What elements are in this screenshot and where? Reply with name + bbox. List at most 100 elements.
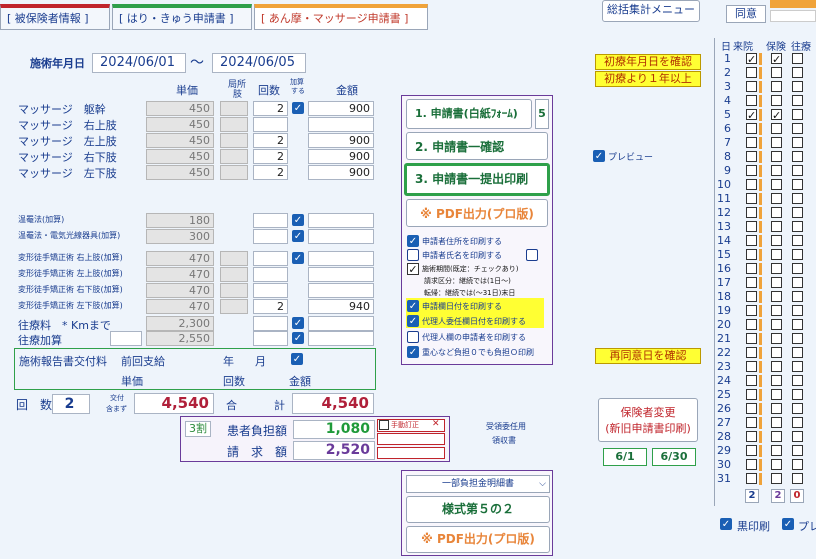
insured-checkbox[interactable] [771, 123, 782, 134]
visit-fee-checkbox[interactable] [792, 347, 803, 358]
visit-fee-checkbox[interactable] [792, 389, 803, 400]
insured-checkbox[interactable] [771, 375, 782, 386]
summary-menu-button[interactable]: 総括集計メニュー [602, 0, 700, 22]
top-right-field[interactable] [770, 10, 816, 22]
insured-checkbox[interactable] [771, 95, 782, 106]
delegate-receipt-line2[interactable]: 領収書 [492, 435, 516, 446]
visit-fee-checkbox[interactable] [792, 67, 803, 78]
manual-patient-field[interactable] [377, 433, 445, 445]
visit-fee-checkbox[interactable] [792, 53, 803, 64]
visit-checkbox[interactable] [746, 291, 757, 302]
count-field[interactable] [253, 229, 288, 244]
visit-fee-checkbox[interactable] [792, 375, 803, 386]
visit-checkbox[interactable] [746, 109, 757, 120]
visit-checkbox[interactable] [746, 67, 757, 78]
period-from-input[interactable]: 2024/06/01 [92, 53, 186, 73]
insured-checkbox[interactable] [771, 235, 782, 246]
visit-checkbox[interactable] [746, 459, 757, 470]
preview-checkbox[interactable] [593, 150, 605, 162]
insured-checkbox[interactable] [771, 459, 782, 470]
visit-checkbox[interactable] [746, 207, 757, 218]
visit-checkbox[interactable] [746, 193, 757, 204]
date-button-start[interactable]: 6/1 [603, 448, 647, 466]
visit-checkbox[interactable] [746, 53, 757, 64]
insured-checkbox[interactable] [771, 403, 782, 414]
visit-fee-checkbox[interactable] [792, 81, 803, 92]
visit-fee-checkbox[interactable] [792, 473, 803, 484]
insured-checkbox[interactable] [771, 179, 782, 190]
count-field[interactable]: 2 [253, 165, 288, 180]
count-field[interactable]: 2 [253, 101, 288, 116]
visit-fee-checkbox[interactable] [792, 123, 803, 134]
insured-checkbox[interactable] [771, 361, 782, 372]
tab-insured-info[interactable]: [ 被保険者情報 ] [0, 4, 110, 30]
option-checkbox[interactable] [407, 249, 419, 261]
detail-dropdown[interactable]: 一部負担金明細書 ⌵ [406, 475, 550, 493]
insured-checkbox[interactable] [771, 347, 782, 358]
tab-massage[interactable]: [ あん摩・マッサージ申請書 ] [254, 4, 428, 30]
pdf-output-button[interactable]: ※ PDF出力(プロ版) [406, 199, 548, 227]
insured-checkbox[interactable] [771, 165, 782, 176]
visit-fee-checkbox[interactable] [792, 403, 803, 414]
insured-checkbox[interactable] [771, 151, 782, 162]
visit-fee-checkbox[interactable] [792, 137, 803, 148]
add-checkbox[interactable] [292, 230, 304, 242]
visit-fee-checkbox[interactable] [792, 459, 803, 470]
visit-fee-checkbox[interactable] [792, 151, 803, 162]
confirm-application-button[interactable]: 2. 申請書一確認 [406, 132, 548, 160]
visit-fee-checkbox[interactable] [792, 291, 803, 302]
count-field[interactable] [253, 213, 288, 228]
visit-checkbox[interactable] [746, 403, 757, 414]
insured-checkbox[interactable] [771, 109, 782, 120]
visit-checkbox[interactable] [746, 417, 757, 428]
visit-checkbox[interactable] [746, 431, 757, 442]
count-field[interactable] [253, 251, 288, 266]
visit-add-count[interactable] [253, 331, 288, 346]
visit-checkbox[interactable] [746, 151, 757, 162]
visit-checkbox[interactable] [746, 81, 757, 92]
add-checkbox[interactable] [292, 214, 304, 226]
count-field[interactable]: 2 [253, 149, 288, 164]
reconsent-warning[interactable]: 再同意日を確認 [595, 348, 701, 364]
print-blank-form-button[interactable]: 1. 申請書(白紙ﾌｫｰﾑ) [406, 99, 532, 129]
manual-correct-checkbox[interactable] [379, 420, 389, 430]
count-field[interactable]: 2 [253, 133, 288, 148]
option-checkbox[interactable] [407, 331, 419, 343]
insured-checkbox[interactable] [771, 193, 782, 204]
visit-checkbox[interactable] [746, 361, 757, 372]
insured-checkbox[interactable] [771, 249, 782, 260]
form5-button[interactable]: 様式第５の２ [406, 496, 550, 523]
delegate-receipt-line1[interactable]: 受領委任用 [486, 421, 526, 432]
first-date-warning[interactable]: 初療年月日を確認 [595, 54, 701, 70]
visit-fee-checkbox[interactable] [792, 305, 803, 316]
visit-fee-count[interactable] [253, 316, 288, 331]
option-checkbox[interactable] [407, 346, 419, 358]
visit-fee-checkbox[interactable] [792, 249, 803, 260]
manual-correct-box[interactable]: 手動訂正 ✕ [377, 419, 445, 432]
insured-checkbox[interactable] [771, 445, 782, 456]
visit-checkbox[interactable] [746, 445, 757, 456]
insured-checkbox[interactable] [771, 319, 782, 330]
visit-fee-checkbox[interactable] [792, 235, 803, 246]
insured-checkbox[interactable] [771, 221, 782, 232]
visit-checkbox[interactable] [746, 389, 757, 400]
bottom-pdf-button[interactable]: ※ PDF出力(プロ版) [406, 526, 550, 553]
option-checkbox[interactable] [407, 235, 419, 247]
visit-checkbox[interactable] [746, 333, 757, 344]
visit-fee-checkbox[interactable] [792, 319, 803, 330]
preview-short-checkbox[interactable] [782, 518, 794, 530]
x-icon[interactable]: ✕ [432, 419, 440, 429]
visit-checkbox[interactable] [746, 95, 757, 106]
insured-checkbox[interactable] [771, 431, 782, 442]
blank-form-count[interactable]: 5 [535, 99, 549, 129]
period-to-input[interactable]: 2024/06/05 [212, 53, 306, 73]
insured-checkbox[interactable] [771, 137, 782, 148]
visit-add-checkbox[interactable] [292, 332, 304, 344]
option-checkbox[interactable] [407, 315, 419, 327]
visit-checkbox[interactable] [746, 137, 757, 148]
option-checkbox[interactable] [407, 300, 419, 312]
insured-checkbox[interactable] [771, 207, 782, 218]
insured-checkbox[interactable] [771, 263, 782, 274]
count-field[interactable] [253, 283, 288, 298]
visit-checkbox[interactable] [746, 473, 757, 484]
